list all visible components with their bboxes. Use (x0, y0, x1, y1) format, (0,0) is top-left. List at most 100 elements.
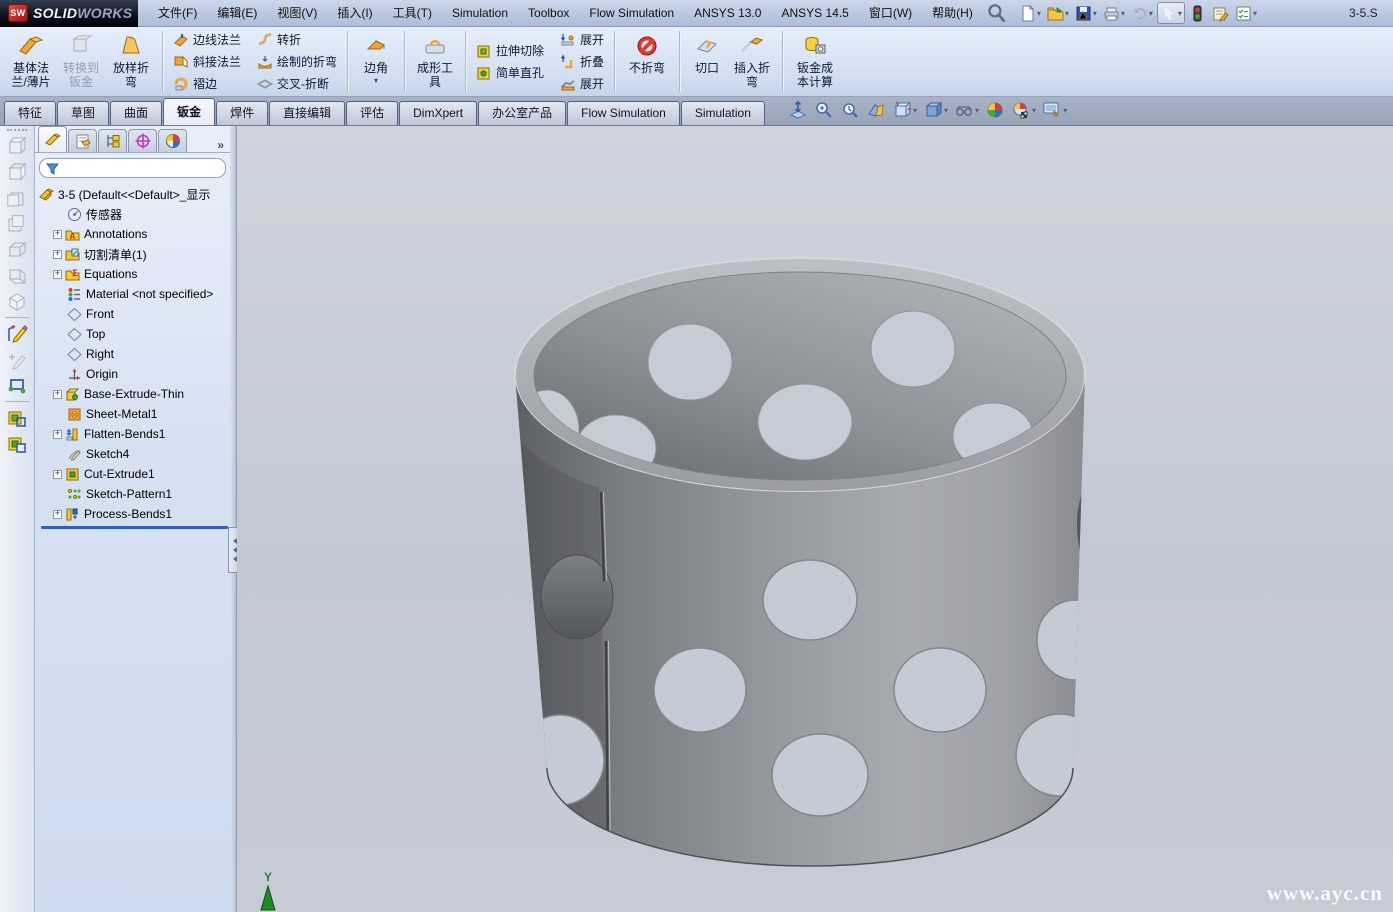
tab-dimxpert[interactable]: DimXpert (399, 101, 477, 125)
tree-root[interactable]: 3-5 (Default<<Default>_显示 (39, 184, 230, 204)
expander-base-extrude[interactable]: + (53, 390, 62, 399)
propertymanager-tab[interactable] (68, 129, 97, 152)
expander-cut-extrude[interactable]: + (53, 470, 62, 479)
menu-view[interactable]: 视图(V) (267, 0, 327, 27)
filter-input[interactable] (59, 160, 219, 176)
tab-features[interactable]: 特征 (4, 101, 56, 125)
options-button[interactable] (1210, 2, 1231, 24)
tree-item-equations[interactable]: +ΣEquations (53, 264, 230, 284)
menu-tools[interactable]: 工具(T) (383, 0, 442, 27)
tab-weldments[interactable]: 焊件 (216, 101, 268, 125)
front-view-button[interactable] (3, 133, 31, 158)
reference-geometry-button[interactable] (3, 373, 31, 398)
tree-item-sketch4[interactable]: Sketch4 (53, 444, 230, 464)
tree-item-sensors[interactable]: 传感器 (53, 204, 230, 224)
menu-edit[interactable]: 编辑(E) (207, 0, 267, 27)
right-view-button[interactable] (3, 211, 31, 236)
panel-expand-chevron[interactable]: » (217, 138, 224, 152)
insert-bends-button[interactable]: 插入折 弯 (728, 30, 776, 94)
lofted-bend-button[interactable]: 放样折 弯 (106, 30, 156, 94)
tree-item-base-extrude-thin[interactable]: +Base-Extrude-Thin (53, 384, 230, 404)
menu-window[interactable]: 窗口(W) (859, 0, 922, 27)
search-icon[interactable] (985, 2, 1007, 24)
tree-item-process-bends1[interactable]: +Process-Bends1 (53, 504, 230, 524)
back-view-button[interactable] (3, 159, 31, 184)
left-view-button[interactable] (3, 185, 31, 210)
menu-insert[interactable]: 插入(I) (327, 0, 382, 27)
new-document-button[interactable]: ▾ (1017, 2, 1043, 24)
save-button[interactable]: !▾ (1073, 2, 1099, 24)
dimxpertmanager-tab[interactable] (128, 129, 157, 152)
tree-item-flatten-bends1[interactable]: +Flatten-Bends1 (53, 424, 230, 444)
tree-filter-box[interactable] (39, 158, 226, 178)
tree-item-sketch-pattern1[interactable]: Sketch-Pattern1 (53, 484, 230, 504)
undo-button[interactable]: ▾ (1129, 2, 1155, 24)
viewport-3d[interactable]: Y www.ayc.cn (237, 126, 1393, 912)
expander-cutlist[interactable]: + (53, 250, 62, 259)
cross-break-button[interactable]: 交叉-折断 (253, 73, 341, 94)
sketched-bend-button[interactable]: 绘制的折弯 (253, 51, 341, 72)
3d-sketch-button[interactable] (3, 347, 31, 372)
zoom-to-fit-button[interactable] (788, 100, 808, 120)
edit-appearance-button[interactable] (985, 100, 1005, 120)
extruded-cut-button[interactable]: 拉伸切除 (472, 40, 548, 61)
apply-scene-button[interactable]: ▾ (1011, 100, 1036, 120)
unfold-button[interactable]: 展开 (556, 29, 608, 50)
sketch-button[interactable] (3, 321, 31, 346)
configurationmanager-tab[interactable] (98, 129, 127, 152)
tree-item-sheet-metal1[interactable]: Sheet-Metal1 (53, 404, 230, 424)
previous-view-button[interactable] (840, 100, 860, 120)
tab-evaluate[interactable]: 评估 (346, 101, 398, 125)
menu-toolbox[interactable]: Toolbox (518, 0, 579, 27)
menu-simulation[interactable]: Simulation (442, 0, 518, 27)
menu-ansys-14[interactable]: ANSYS 14.5 (771, 0, 858, 27)
menu-file[interactable]: 文件(F) (148, 0, 207, 27)
toolbar-grip[interactable] (7, 129, 27, 131)
tab-sheet-metal[interactable]: 钣金 (163, 98, 215, 125)
tree-item-front-plane[interactable]: Front (53, 304, 230, 324)
corner-button[interactable]: 边角 ▾ (354, 30, 398, 94)
tab-flow-simulation[interactable]: Flow Simulation (567, 101, 680, 125)
expander-process-bends[interactable]: + (53, 510, 62, 519)
zoom-to-area-button[interactable] (814, 100, 834, 120)
tree-item-cutlist[interactable]: +切割清单(1) (53, 244, 230, 264)
corner-dropdown-arrow[interactable]: ▾ (374, 76, 378, 85)
tree-item-origin[interactable]: Origin (53, 364, 230, 384)
jog-button[interactable]: 转折 (253, 29, 341, 50)
menu-ansys-13[interactable]: ANSYS 13.0 (684, 0, 771, 27)
tree-item-cut-extrude1[interactable]: +Cut-Extrude1 (53, 464, 230, 484)
simple-hole-button[interactable]: 简单直孔 (472, 62, 548, 83)
expander-annotations[interactable]: + (53, 230, 62, 239)
tab-direct-editing[interactable]: 直接编辑 (269, 101, 345, 125)
tree-item-right-plane[interactable]: Right (53, 344, 230, 364)
open-button[interactable]: ▾ (1045, 2, 1071, 24)
menu-flow-simulation[interactable]: Flow Simulation (579, 0, 684, 27)
expander-flatten-bends[interactable]: + (53, 430, 62, 439)
select-button[interactable]: ▾ (1157, 2, 1185, 24)
hide-show-items-button[interactable]: ▾ (954, 100, 979, 120)
flatten-button[interactable]: 展开 (556, 73, 608, 94)
print-button[interactable]: ▾ (1101, 2, 1127, 24)
menu-help[interactable]: 帮助(H) (922, 0, 983, 27)
view-orientation-button[interactable]: ▾ (892, 100, 917, 120)
edge-flange-button[interactable]: 边线法兰 (169, 29, 245, 50)
tree-item-material[interactable]: Material <not specified> (53, 284, 230, 304)
hem-button[interactable]: 褶边 (169, 73, 245, 94)
extrude-boss-button[interactable] (3, 405, 31, 430)
tab-simulation[interactable]: Simulation (681, 101, 765, 125)
isometric-view-button[interactable] (3, 289, 31, 314)
display-style-button[interactable]: ▾ (923, 100, 948, 120)
sheetmetal-cost-button[interactable]: 钣金成 本计算 (789, 30, 841, 94)
tree-item-top-plane[interactable]: Top (53, 324, 230, 344)
tree-item-annotations[interactable]: +AAnnotations (53, 224, 230, 244)
tab-sketch[interactable]: 草图 (57, 101, 109, 125)
tab-surfaces[interactable]: 曲面 (110, 101, 162, 125)
extrude-cut-button[interactable] (3, 431, 31, 456)
view-settings-button[interactable]: ▾ (1042, 100, 1067, 120)
forming-tool-button[interactable]: 成形工 具 (411, 30, 459, 94)
no-bends-button[interactable]: 不折弯 (621, 30, 673, 94)
convert-to-sheetmetal-button[interactable]: 转换到 钣金 (56, 30, 106, 94)
featuremanager-tree-tab[interactable] (38, 126, 67, 152)
bottom-view-button[interactable] (3, 263, 31, 288)
rebuild-button[interactable] (1187, 2, 1208, 24)
